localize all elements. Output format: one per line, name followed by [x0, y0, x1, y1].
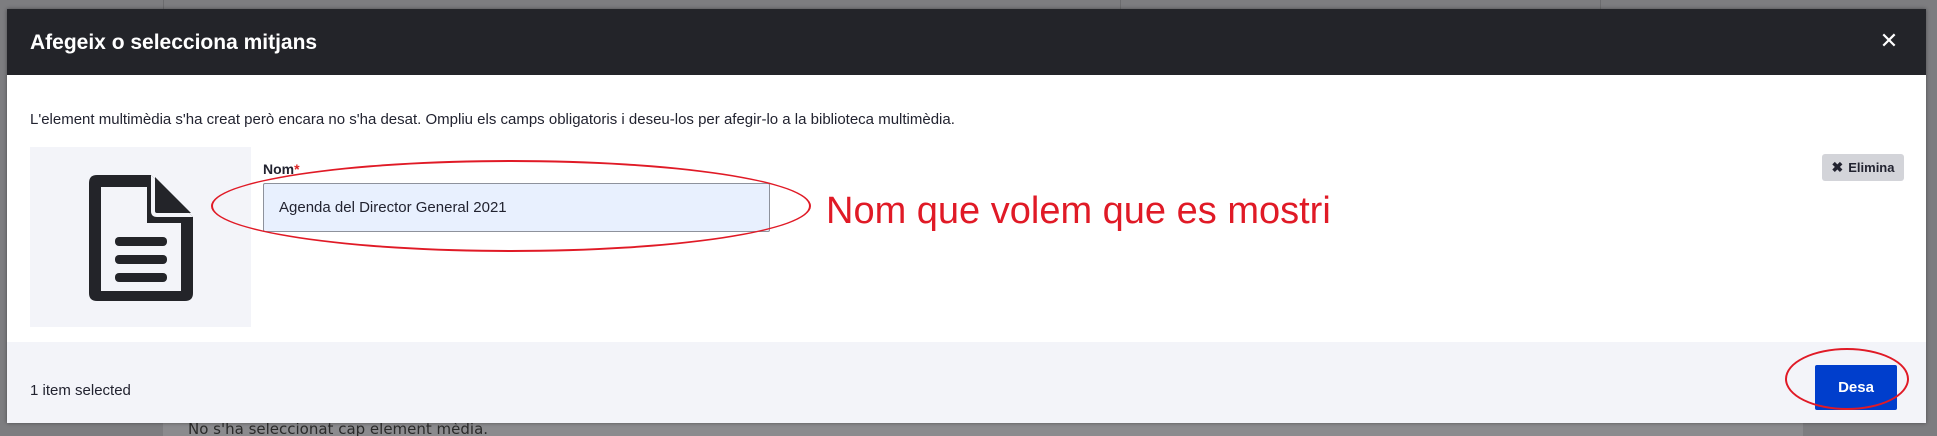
selected-count: 1 item selected: [30, 382, 131, 399]
status-message: L'element multimèdia s'ha creat però enc…: [30, 111, 955, 128]
media-thumbnail: [30, 147, 251, 327]
close-icon: ✖: [1831, 159, 1844, 175]
annotation-ellipse: [211, 160, 811, 252]
close-icon[interactable]: ✕: [1876, 29, 1902, 55]
dialog-title: Afegeix o selecciona mitjans: [30, 31, 318, 54]
annotation-ellipse: [1785, 348, 1909, 410]
remove-button-label: Elimina: [1848, 160, 1895, 175]
remove-button[interactable]: ✖ Elimina: [1822, 154, 1904, 181]
dialog-header: Afegeix o selecciona mitjans ✕: [7, 9, 1926, 75]
annotation-text: Nom que volem que es mostri: [826, 190, 1331, 232]
document-icon: [89, 175, 193, 301]
dialog-footer: 1 item selected Desa: [7, 342, 1926, 423]
